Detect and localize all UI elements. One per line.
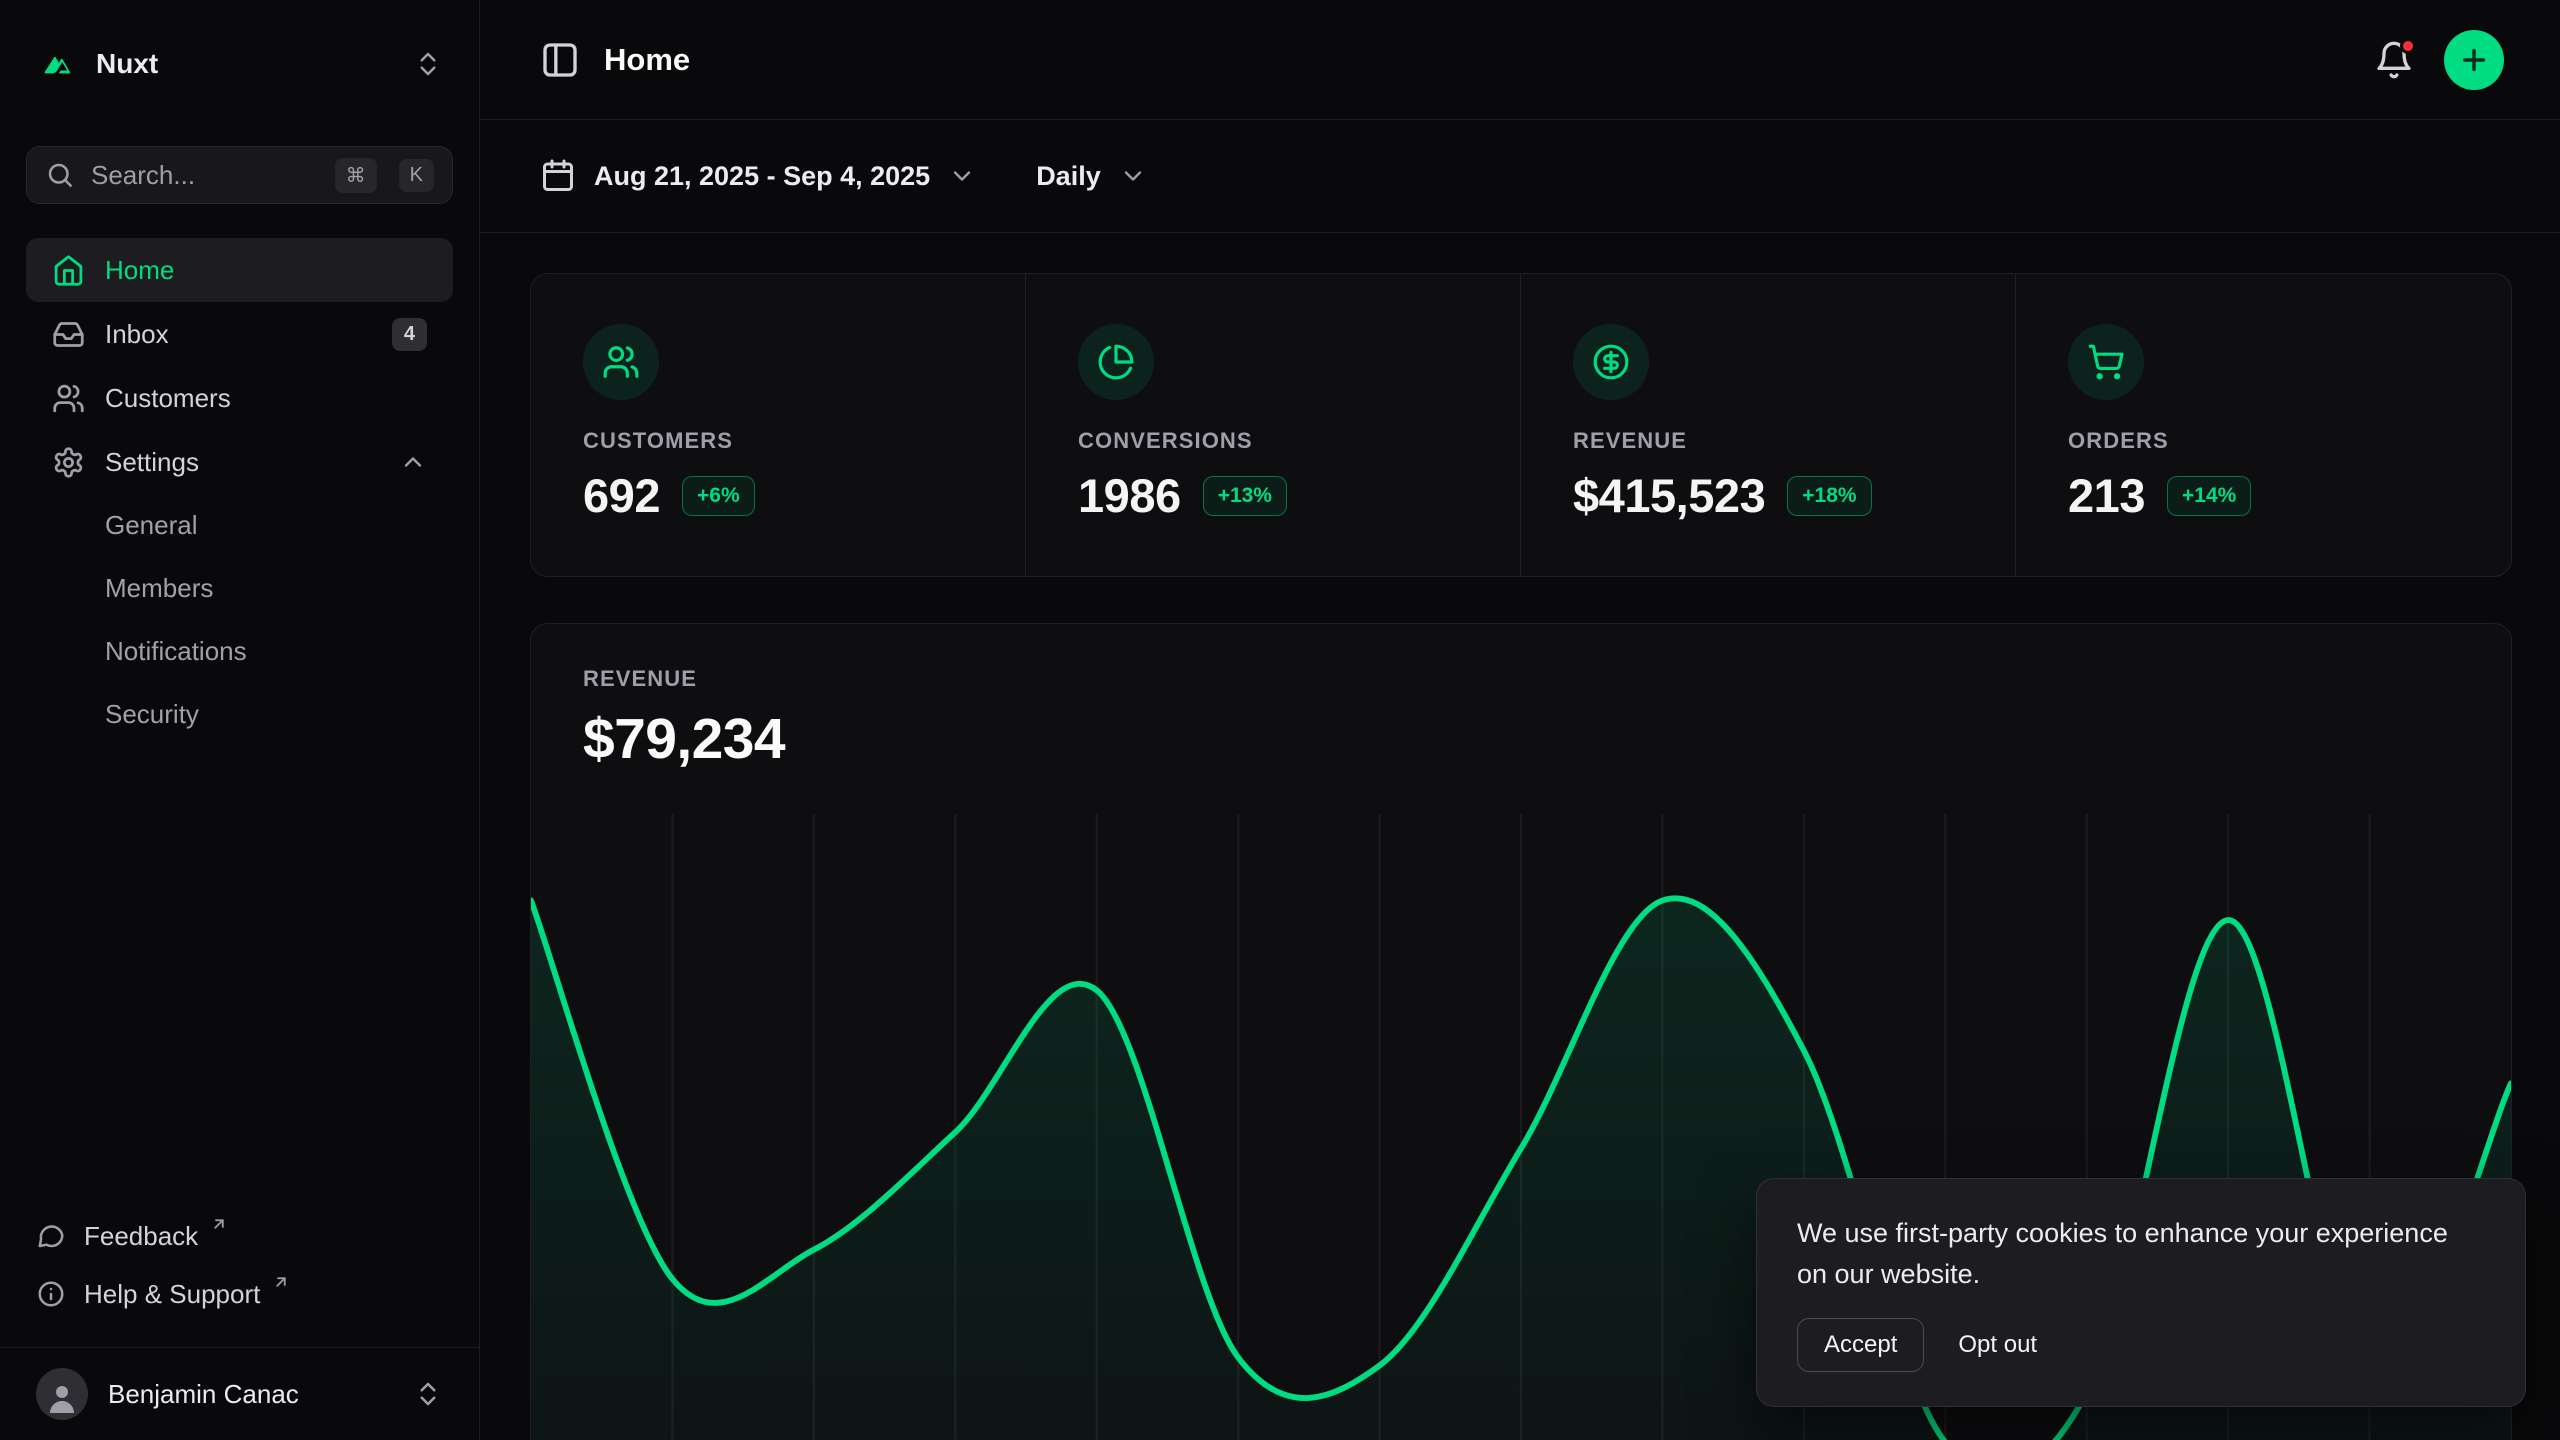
sidebar-footer: Feedback Help & Support xyxy=(0,1207,479,1347)
search-icon xyxy=(45,160,75,190)
shopping-cart-icon xyxy=(2068,324,2144,400)
chevron-down-icon xyxy=(948,162,976,190)
stat-delta-badge: +6% xyxy=(682,476,755,516)
sidebar-item-label: Inbox xyxy=(105,319,169,350)
stat-revenue: REVENUE $415,523 +18% xyxy=(1521,274,2016,576)
chevrons-up-down-icon xyxy=(413,1379,443,1409)
search-input[interactable]: Search... ⌘ K xyxy=(26,146,453,204)
stat-label: REVENUE xyxy=(1573,428,1963,454)
workspace-name: Nuxt xyxy=(96,48,158,80)
sidebar-item-customers[interactable]: Customers xyxy=(26,366,453,430)
chevron-down-icon xyxy=(1119,162,1147,190)
sidebar-item-label: Customers xyxy=(105,383,231,414)
revenue-card-value: $79,234 xyxy=(583,706,2459,772)
sub-item-label: Notifications xyxy=(105,636,247,667)
avatar xyxy=(36,1368,88,1420)
sidebar-nav: Home Inbox 4 Customers Settings General xyxy=(26,238,453,746)
help-support-label: Help & Support xyxy=(84,1279,260,1310)
stat-value: $415,523 xyxy=(1573,468,1765,523)
sidebar-item-label: Home xyxy=(105,255,174,286)
chevrons-up-down-icon xyxy=(413,49,443,79)
date-range-picker[interactable]: Aug 21, 2025 - Sep 4, 2025 xyxy=(540,158,976,194)
opt-out-cookies-button[interactable]: Opt out xyxy=(1940,1319,2055,1371)
stat-value: 692 xyxy=(583,468,660,523)
granularity-label: Daily xyxy=(1036,161,1101,192)
help-support-link[interactable]: Help & Support xyxy=(26,1265,453,1323)
feedback-label: Feedback xyxy=(84,1221,198,1252)
sub-item-label: Security xyxy=(105,699,199,730)
sidebar-item-label: Settings xyxy=(105,447,199,478)
user-menu[interactable]: Benjamin Canac xyxy=(0,1347,479,1440)
sub-item-label: Members xyxy=(105,573,213,604)
granularity-select[interactable]: Daily xyxy=(1036,161,1147,192)
users-icon xyxy=(52,382,85,415)
notifications-button[interactable] xyxy=(2374,40,2414,80)
pie-chart-icon xyxy=(1078,324,1154,400)
sidebar-item-home[interactable]: Home xyxy=(26,238,453,302)
nuxt-logo-icon xyxy=(36,49,78,79)
workspace-selector[interactable]: Nuxt xyxy=(26,34,453,94)
cookie-message: We use first-party cookies to enhance yo… xyxy=(1797,1213,2485,1294)
date-range-label: Aug 21, 2025 - Sep 4, 2025 xyxy=(594,161,930,192)
inbox-count-badge: 4 xyxy=(392,318,427,351)
stat-delta-badge: +14% xyxy=(2167,476,2251,516)
stats-summary-card: CUSTOMERS 692 +6% CONVERSIONS 1986 +13% xyxy=(530,273,2512,577)
message-circle-icon xyxy=(36,1221,66,1251)
accept-cookies-button[interactable]: Accept xyxy=(1797,1318,1924,1372)
sidebar-item-inbox[interactable]: Inbox 4 xyxy=(26,302,453,366)
sidebar-item-notifications[interactable]: Notifications xyxy=(26,620,453,683)
stat-conversions: CONVERSIONS 1986 +13% xyxy=(1026,274,1521,576)
filter-toolbar: Aug 21, 2025 - Sep 4, 2025 Daily xyxy=(480,120,2560,233)
add-button[interactable] xyxy=(2444,30,2504,90)
plus-icon xyxy=(2458,44,2490,76)
stat-label: CUSTOMERS xyxy=(583,428,973,454)
calendar-icon xyxy=(540,158,576,194)
search-placeholder: Search... xyxy=(91,160,195,191)
cookie-consent-toast: We use first-party cookies to enhance yo… xyxy=(1756,1178,2526,1407)
external-link-icon xyxy=(210,1215,228,1233)
feedback-link[interactable]: Feedback xyxy=(26,1207,453,1265)
stat-delta-badge: +13% xyxy=(1203,476,1287,516)
revenue-card-label: REVENUE xyxy=(583,666,2459,692)
info-circle-icon xyxy=(36,1279,66,1309)
stat-value: 1986 xyxy=(1078,468,1181,523)
stat-label: ORDERS xyxy=(2068,428,2459,454)
kbd-k: K xyxy=(399,159,434,192)
panel-left-icon xyxy=(540,40,580,80)
sidebar: Nuxt Search... ⌘ K Home Inbox 4 xyxy=(0,0,480,1440)
external-link-icon xyxy=(272,1273,290,1291)
stat-delta-badge: +18% xyxy=(1787,476,1871,516)
stat-label: CONVERSIONS xyxy=(1078,428,1468,454)
sidebar-item-members[interactable]: Members xyxy=(26,557,453,620)
sidebar-item-settings[interactable]: Settings xyxy=(26,430,453,494)
dollar-circle-icon xyxy=(1573,324,1649,400)
chevron-up-icon xyxy=(399,448,427,476)
notification-dot xyxy=(2400,38,2416,54)
sub-item-label: General xyxy=(105,510,198,541)
inbox-icon xyxy=(52,318,85,351)
users-icon xyxy=(583,324,659,400)
sidebar-item-general[interactable]: General xyxy=(26,494,453,557)
kbd-cmd: ⌘ xyxy=(335,158,377,193)
user-name: Benjamin Canac xyxy=(108,1379,299,1410)
sidebar-top: Nuxt Search... ⌘ K Home Inbox 4 xyxy=(0,0,479,1207)
stat-customers: CUSTOMERS 692 +6% xyxy=(531,274,1026,576)
gear-icon xyxy=(52,446,85,479)
stat-value: 213 xyxy=(2068,468,2145,523)
home-icon xyxy=(52,254,85,287)
stat-orders: ORDERS 213 +14% xyxy=(2016,274,2511,576)
sidebar-toggle-button[interactable] xyxy=(540,40,580,80)
sidebar-item-security[interactable]: Security xyxy=(26,683,453,746)
topbar: Home xyxy=(480,0,2560,120)
page-title: Home xyxy=(604,42,690,78)
